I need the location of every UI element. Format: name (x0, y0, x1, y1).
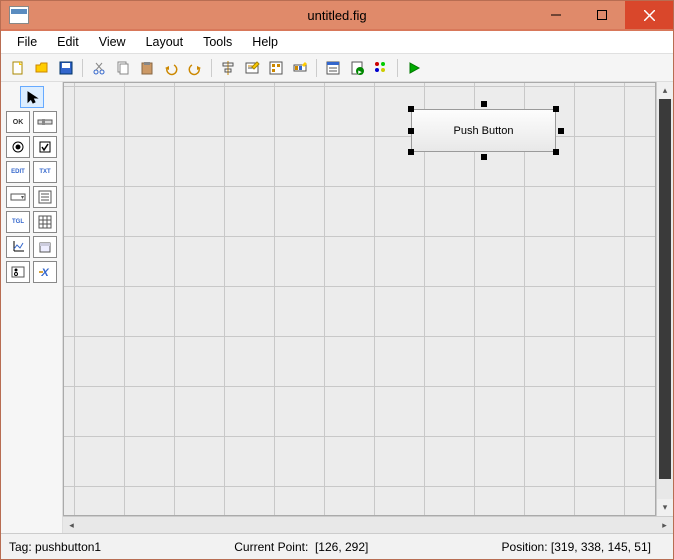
selection-handle[interactable] (481, 101, 487, 107)
status-tag: Tag: pushbutton1 (9, 540, 101, 554)
menu-layout[interactable]: Layout (136, 33, 194, 51)
separator (397, 59, 398, 77)
editor-icon[interactable] (241, 57, 263, 79)
tab-order-icon[interactable] (265, 57, 287, 79)
titlebar[interactable]: untitled.fig (1, 1, 673, 31)
checkbox-tool-icon[interactable] (33, 136, 57, 158)
tag-value: pushbutton1 (35, 540, 101, 554)
menu-help[interactable]: Help (242, 33, 288, 51)
svg-text:▸: ▸ (358, 69, 362, 76)
edit-tool-icon[interactable]: EDIT (6, 161, 30, 183)
selection-handle[interactable] (558, 128, 564, 134)
select-tool-icon[interactable] (20, 86, 44, 108)
canvas-wrap: Push Button ▴ ▾ (63, 82, 673, 533)
selection-handle[interactable] (553, 106, 559, 112)
selection-handle[interactable] (408, 106, 414, 112)
current-point-label: Current Point: (234, 540, 308, 554)
selection-handle[interactable] (408, 128, 414, 134)
svg-text:X: X (40, 267, 49, 279)
app-icon (9, 6, 29, 24)
toolbar: ▸ (1, 54, 673, 82)
align-icon[interactable] (217, 57, 239, 79)
design-canvas[interactable]: Push Button (63, 82, 656, 516)
pushbutton-component[interactable]: Push Button (411, 109, 556, 152)
save-icon[interactable] (55, 57, 77, 79)
selection-handle[interactable] (553, 149, 559, 155)
open-icon[interactable] (31, 57, 53, 79)
pushbutton-label: Push Button (454, 125, 514, 137)
menu-tools[interactable]: Tools (193, 33, 242, 51)
new-icon[interactable] (7, 57, 29, 79)
workspace: OK EDIT TXT TGL (1, 82, 673, 533)
status-position: Position: [319, 338, 145, 51] (502, 540, 651, 554)
status-current-point: Current Point: [126, 292] (234, 540, 368, 554)
toggle-tool-icon[interactable]: TGL (6, 211, 30, 233)
grid (63, 82, 656, 516)
scroll-thumb[interactable] (659, 99, 671, 479)
buttongroup-tool-icon[interactable] (6, 261, 30, 283)
listbox-tool-icon[interactable] (33, 186, 57, 208)
axes-tool-icon[interactable] (6, 236, 30, 258)
maximize-button[interactable] (579, 1, 625, 29)
menu-edit[interactable]: Edit (47, 33, 89, 51)
vertical-scrollbar[interactable]: ▴ ▾ (656, 82, 673, 516)
paste-icon[interactable] (136, 57, 158, 79)
menu-editor-icon[interactable] (322, 57, 344, 79)
undo-icon[interactable] (160, 57, 182, 79)
statusbar: Tag: pushbutton1 Current Point: [126, 29… (1, 533, 673, 559)
tag-label: Tag: (9, 540, 32, 554)
menubar: File Edit View Layout Tools Help (1, 31, 673, 54)
horizontal-scrollbar[interactable]: ◂ ▸ (63, 516, 673, 533)
popup-tool-icon[interactable] (6, 186, 30, 208)
radio-tool-icon[interactable] (6, 136, 30, 158)
scroll-left-icon[interactable]: ◂ (63, 517, 80, 533)
app-window: untitled.fig File Edit View Layout Tools… (0, 0, 674, 560)
separator (316, 59, 317, 77)
position-value: [319, 338, 145, 51] (551, 540, 651, 554)
scroll-up-icon[interactable]: ▴ (657, 82, 673, 99)
table-tool-icon[interactable] (33, 211, 57, 233)
run-icon[interactable] (403, 57, 425, 79)
selection-handle[interactable] (481, 154, 487, 160)
pushbutton-tool-icon[interactable]: OK (6, 111, 30, 133)
position-label: Position: (502, 540, 548, 554)
selection-handle[interactable] (408, 149, 414, 155)
menu-view[interactable]: View (89, 33, 136, 51)
text-tool-icon[interactable]: TXT (33, 161, 57, 183)
window-title: untitled.fig (307, 8, 366, 23)
redo-icon[interactable] (184, 57, 206, 79)
component-palette: OK EDIT TXT TGL (1, 82, 63, 533)
toolbar-editor-icon[interactable] (289, 57, 311, 79)
close-button[interactable] (625, 1, 673, 29)
current-point-value: [126, 292] (315, 540, 368, 554)
separator (211, 59, 212, 77)
separator (82, 59, 83, 77)
slider-tool-icon[interactable] (33, 111, 57, 133)
panel-tool-icon[interactable] (33, 236, 57, 258)
scroll-down-icon[interactable]: ▾ (657, 499, 673, 516)
minimize-button[interactable] (533, 1, 579, 29)
mfile-icon[interactable]: ▸ (346, 57, 368, 79)
copy-icon[interactable] (112, 57, 134, 79)
scroll-right-icon[interactable]: ▸ (656, 517, 673, 533)
window-controls (533, 1, 673, 29)
cut-icon[interactable] (88, 57, 110, 79)
menu-file[interactable]: File (7, 33, 47, 51)
activex-tool-icon[interactable]: X (33, 261, 57, 283)
property-inspector-icon[interactable] (370, 57, 392, 79)
